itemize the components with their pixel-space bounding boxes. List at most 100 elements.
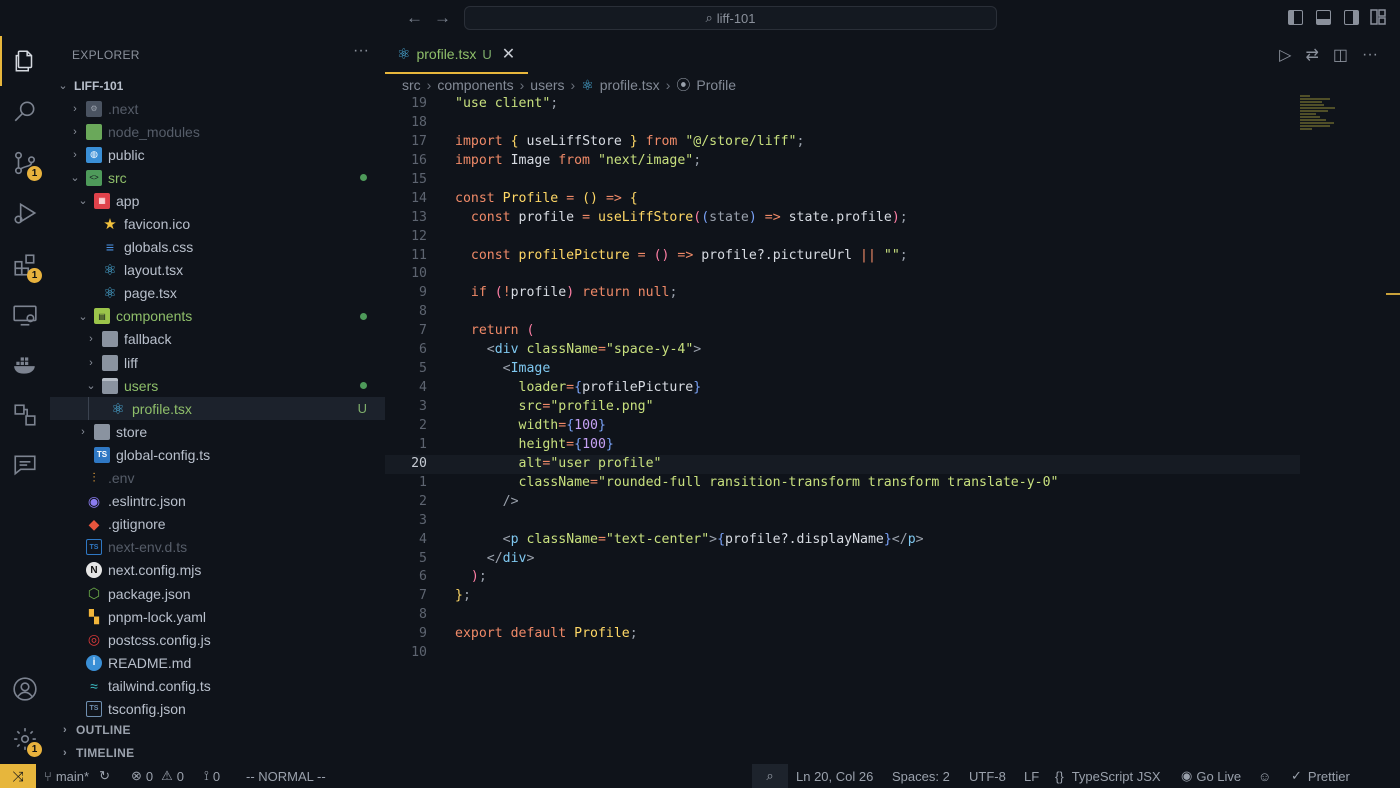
tree-item-favicon[interactable]: ★ favicon.ico <box>50 212 385 235</box>
breadcrumb-symbol[interactable]: Profile <box>696 77 736 93</box>
tree-item-eslintrc[interactable]: ◉ .eslintrc.json <box>50 490 385 513</box>
tree-item-public[interactable]: › ◍ public <box>50 143 385 166</box>
tree-item-src[interactable]: ⌄ <> src <box>50 166 385 189</box>
remote-explorer-icon[interactable] <box>12 302 38 328</box>
run-play-icon[interactable]: ▷ <box>1279 45 1291 65</box>
search-icon[interactable] <box>12 98 38 124</box>
branch-indicator[interactable]: ⑂ main* ↻ <box>44 764 110 788</box>
breadcrumb-users[interactable]: users <box>530 77 564 93</box>
language-mode[interactable]: {} TypeScript JSX <box>1055 764 1161 788</box>
tree-item-package-json[interactable]: ⬡ package.json <box>50 582 385 605</box>
tree-item-globals-css[interactable]: ≡ globals.css <box>50 236 385 259</box>
code-editor[interactable]: 19 "use client"; 18 17 import { useLiffSto… <box>385 95 1300 663</box>
more-actions-icon[interactable]: ··· <box>1362 46 1378 64</box>
breadcrumb-file[interactable]: profile.tsx <box>600 77 660 93</box>
line-ending[interactable]: LF <box>1024 764 1039 788</box>
close-icon[interactable]: ✕ <box>502 44 515 64</box>
outline-section[interactable]: › OUTLINE <box>50 718 385 741</box>
tree-item-next-config[interactable]: Nnext.config.mjs <box>50 559 385 582</box>
source-control-icon[interactable]: 1 <box>12 150 42 181</box>
tree-item-page-tsx[interactable]: ⚛ page.tsx <box>50 282 385 305</box>
code-line: 5 <Image <box>419 361 551 377</box>
tree-item-gitignore[interactable]: ◆ .gitignore <box>50 513 385 536</box>
folder-src-icon: <> <box>86 169 102 186</box>
tree-item-tailwind-config[interactable]: ≈ tailwind.config.ts <box>50 674 385 697</box>
copilot-icon[interactable]: ☺ <box>1258 764 1271 788</box>
tree-item-components[interactable]: ⌄ ▤ components <box>50 305 385 328</box>
breadcrumb-src[interactable]: src <box>402 77 421 93</box>
tree-item-fallback[interactable]: › fallback <box>50 328 385 351</box>
run-debug-icon[interactable] <box>12 200 38 226</box>
breadcrumb-components[interactable]: components <box>437 77 513 93</box>
minimap[interactable] <box>1300 95 1360 155</box>
tree-item-readme[interactable]: i README.md <box>50 651 385 674</box>
customize-layout-icon[interactable] <box>1370 9 1386 25</box>
code-line: 6 ); <box>419 569 487 585</box>
tab-profile-tsx[interactable]: ⚛ profile.tsx U ✕ <box>385 36 528 74</box>
chevron-down-icon: ⌄ <box>58 80 68 93</box>
tree-item-profile-tsx[interactable]: ⚛ profile.tsx U <box>50 397 385 421</box>
folder-icon <box>94 423 110 440</box>
tree-item-pnpm-lock[interactable]: ▚ pnpm-lock.yaml <box>50 605 385 628</box>
tree-item-next-env[interactable]: TS next-env.d.ts <box>50 536 385 559</box>
zoom-icon[interactable]: ⌕ <box>752 764 788 788</box>
nodejs-icon: ⬡ <box>87 585 101 602</box>
activity-bar: 1 1 1 <box>0 36 50 764</box>
modified-dot <box>360 174 367 182</box>
toggle-panel-icon[interactable] <box>1316 10 1331 25</box>
extensions-badge: 1 <box>27 268 42 283</box>
untracked-badge: U <box>482 46 492 62</box>
tree-item-liff[interactable]: › liff <box>50 351 385 374</box>
settings-gear-icon[interactable]: 1 <box>12 726 42 757</box>
split-editor-icon[interactable]: ◫ <box>1333 45 1348 65</box>
code-line: 2 width={100} <box>419 417 606 433</box>
indentation[interactable]: Spaces: 2 <box>892 764 950 788</box>
account-icon[interactable] <box>12 676 38 702</box>
react-icon: ⚛ <box>581 76 594 93</box>
tree-item-next[interactable]: › ⚙ .next <box>50 97 385 120</box>
tree-item-app[interactable]: ⌄ ▦ app <box>50 189 385 212</box>
compare-changes-icon[interactable]: ⇄ <box>1305 45 1318 65</box>
encoding[interactable]: UTF-8 <box>969 764 1006 788</box>
go-live-button[interactable]: ◉ Go Live <box>1181 764 1241 788</box>
chevron-right-icon: › <box>73 148 77 161</box>
command-center-search[interactable]: ⌕ liff-101 <box>464 6 997 30</box>
more-actions-icon[interactable]: ··· <box>353 42 369 60</box>
docker-icon[interactable] <box>12 352 38 378</box>
scrollbar-marker[interactable] <box>1386 293 1400 295</box>
tree-item-global-config[interactable]: TS global-config.ts <box>50 443 385 466</box>
back-arrow-icon[interactable]: ← <box>406 8 423 28</box>
code-line: 8 <box>419 607 427 623</box>
tree-item-node-modules[interactable]: › node_modules <box>50 120 385 143</box>
chat-icon[interactable] <box>12 452 38 478</box>
tree-item-env[interactable]: ⫶ .env <box>50 467 385 490</box>
star-icon: ★ <box>103 216 117 234</box>
ports-indicator[interactable]: ⟟ 0 <box>204 764 220 788</box>
toggle-sidebar-icon[interactable] <box>1288 10 1303 25</box>
tree-item-store[interactable]: › store <box>50 420 385 443</box>
code-line: 19 "use client"; <box>411 96 559 111</box>
react-icon: ⚛ <box>103 262 117 280</box>
tree-item-postcss[interactable]: ◎ postcss.config.js <box>50 628 385 651</box>
extensions-icon[interactable]: 1 <box>12 252 42 283</box>
code-line: 9 export default Profile; <box>419 626 638 642</box>
forward-arrow-icon[interactable]: → <box>434 8 451 28</box>
testing-icon[interactable] <box>12 402 38 428</box>
code-line: 4 <p className="text-center">{profile?.d… <box>419 531 924 547</box>
cursor-position[interactable]: Ln 20, Col 26 <box>796 764 873 788</box>
code-line: 7 return ( <box>419 323 535 339</box>
code-line: 17 import { useLiffStore } from "@/store/… <box>411 133 805 149</box>
title-bar: ← → ⌕ liff-101 <box>0 0 1400 36</box>
code-line: 6 <div className="space-y-4"> <box>419 342 702 358</box>
folder-components-icon: ▤ <box>94 308 110 325</box>
timeline-section[interactable]: › TIMELINE <box>50 741 385 764</box>
problems-indicator[interactable]: ⊗ 0 ⚠ 0 <box>131 764 184 788</box>
code-line: 4 loader={profilePicture} <box>419 380 702 396</box>
prettier-status[interactable]: ✓ Prettier <box>1291 764 1350 788</box>
workspace-root[interactable]: ⌄ LIFF-101 <box>50 74 385 97</box>
tree-item-users[interactable]: ⌄ users <box>50 374 385 397</box>
tree-item-layout-tsx[interactable]: ⚛ layout.tsx <box>50 259 385 282</box>
explorer-files-icon[interactable] <box>12 48 38 74</box>
remote-indicator-icon[interactable]: ⤨ <box>0 764 36 788</box>
toggle-secondary-sidebar-icon[interactable] <box>1344 10 1359 25</box>
